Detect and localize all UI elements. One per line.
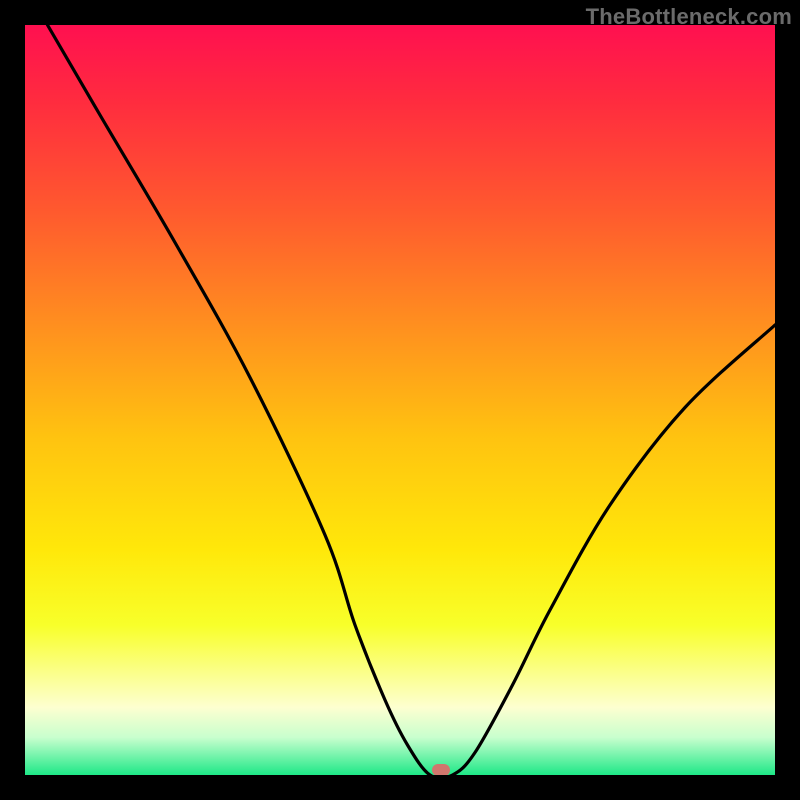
chart-frame: TheBottleneck.com [0, 0, 800, 800]
curve-svg [25, 25, 775, 775]
optimal-point-marker [432, 764, 450, 775]
plot-area [25, 25, 775, 775]
bottleneck-curve [48, 25, 776, 775]
